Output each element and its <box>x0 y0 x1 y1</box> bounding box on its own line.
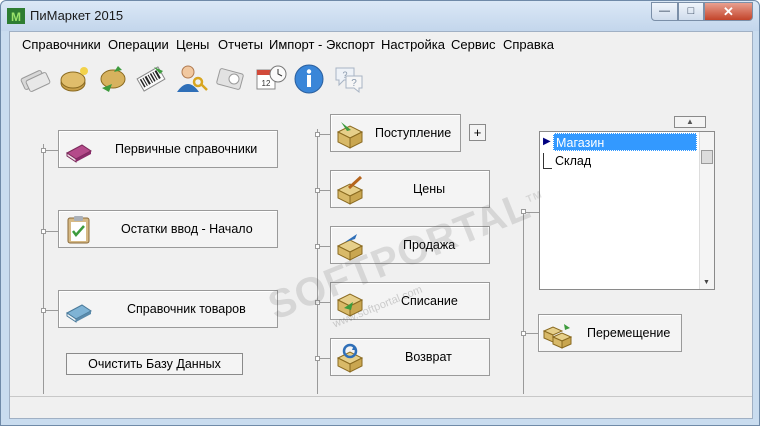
sale-button[interactable]: Продажа <box>330 226 490 264</box>
add-plus-button[interactable]: + <box>469 124 486 141</box>
svg-text:?: ? <box>351 78 357 89</box>
return-label: Возврат <box>405 350 452 364</box>
menu-prices[interactable]: Цены <box>176 37 209 52</box>
app-window: M ПиМаркет 2015 — □ ✕ Справочники Операц… <box>0 0 760 426</box>
minimize-button[interactable]: — <box>651 2 678 21</box>
middle-knot-5 <box>315 356 320 361</box>
title-bar[interactable]: M ПиМаркет 2015 — □ ✕ <box>1 1 759 31</box>
clear-database-button[interactable]: Очистить Базу Данных <box>66 353 243 375</box>
window-title: ПиМаркет 2015 <box>30 8 124 23</box>
row-pointer-icon: ▶ <box>543 136 551 147</box>
svg-text:M: M <box>11 10 21 24</box>
menu-operations[interactable]: Операции <box>108 37 169 52</box>
stores-listbox[interactable]: ▶ Магазин Склад ▼ <box>539 131 715 290</box>
middle-knot-2 <box>315 188 320 193</box>
menu-reports[interactable]: Отчеты <box>218 37 263 52</box>
status-bar <box>10 396 752 418</box>
main-panel: Первичные справочники Остатки ввод - Нач… <box>10 101 752 394</box>
price-brush-icon <box>336 175 364 205</box>
info-icon[interactable] <box>292 62 326 96</box>
left-knot-2 <box>41 229 46 234</box>
left-tree-line <box>43 144 44 394</box>
return-button[interactable]: Возврат <box>330 338 490 376</box>
opening-balances-label: Остатки ввод - Начало <box>121 222 253 236</box>
calendar-clock-icon[interactable]: 12 <box>254 62 288 96</box>
blue-book-icon <box>66 304 92 323</box>
prices-button[interactable]: Цены <box>330 170 490 208</box>
menu-references[interactable]: Справочники <box>22 37 101 52</box>
menu-help[interactable]: Справка <box>503 37 554 52</box>
list-item[interactable]: ▶ Магазин <box>541 133 699 151</box>
goods-reference-button[interactable]: Справочник товаров <box>58 290 278 328</box>
goods-reference-label: Справочник товаров <box>127 302 246 316</box>
return-box-icon <box>336 343 364 373</box>
book-icon <box>66 144 92 163</box>
help-icon[interactable]: ? ? <box>332 62 366 96</box>
scroll-down-icon[interactable]: ▼ <box>703 279 710 286</box>
barcode-icon[interactable] <box>134 62 168 96</box>
collapse-button[interactable]: ▲ <box>674 116 706 128</box>
middle-knot-4 <box>315 300 320 305</box>
right-tree-line <box>523 211 524 394</box>
menu-bar: Справочники Операции Цены Отчеты Импорт … <box>10 32 752 57</box>
clipboard-icon <box>67 216 90 244</box>
transfer-label: Перемещение <box>587 326 671 340</box>
transfer-button[interactable]: Перемещение <box>538 314 682 352</box>
receipt-label: Поступление <box>375 126 452 140</box>
menu-service[interactable]: Сервис <box>451 37 496 52</box>
scroll-thumb[interactable] <box>701 150 713 164</box>
maximize-button[interactable]: □ <box>678 2 704 21</box>
right-knot-1 <box>521 209 526 214</box>
primary-references-button[interactable]: Первичные справочники <box>58 130 278 168</box>
transfer-boxes-icon <box>542 324 572 349</box>
row-indicator <box>543 153 552 169</box>
app-logo-icon: M <box>7 8 25 24</box>
list-item[interactable]: Склад <box>541 152 699 170</box>
discount-card-icon[interactable] <box>214 62 248 96</box>
menu-import-export[interactable]: Импорт - Экспорт <box>269 37 375 52</box>
left-knot-1 <box>41 148 46 153</box>
store-name: Магазин <box>553 133 697 151</box>
left-knot-3 <box>41 308 46 313</box>
svg-text:12: 12 <box>262 79 271 88</box>
listbox-scrollbar[interactable]: ▼ <box>699 132 714 289</box>
prices-label: Цены <box>413 182 446 196</box>
right-knot-2 <box>521 331 526 336</box>
client-area: Справочники Операции Цены Отчеты Импорт … <box>9 31 753 419</box>
opening-balances-button[interactable]: Остатки ввод - Начало <box>58 210 278 248</box>
coin-transfer-icon[interactable] <box>96 62 130 96</box>
middle-knot-3 <box>315 244 320 249</box>
middle-knot-1 <box>315 132 320 137</box>
money-notes-icon[interactable] <box>18 62 52 96</box>
receipt-button[interactable]: Поступление <box>330 114 461 152</box>
middle-tree-line <box>317 129 318 394</box>
receipt-box-icon <box>336 122 364 149</box>
store-name: Склад <box>555 154 592 168</box>
svg-text:?: ? <box>342 70 347 80</box>
close-button[interactable]: ✕ <box>704 2 753 21</box>
sale-box-icon <box>336 234 364 261</box>
primary-references-label: Первичные справочники <box>115 142 258 156</box>
user-key-icon[interactable] <box>174 62 208 96</box>
toolbar: 12 ? ? <box>10 57 752 101</box>
menu-settings[interactable]: Настройка <box>381 37 445 52</box>
coins-icon[interactable] <box>58 62 92 96</box>
sale-label: Продажа <box>403 238 456 252</box>
